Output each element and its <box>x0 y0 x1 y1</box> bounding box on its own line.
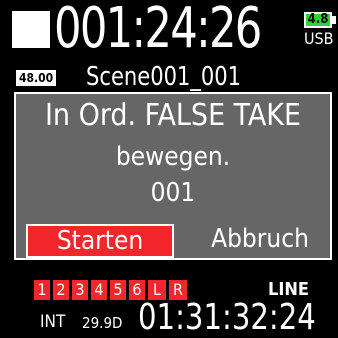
frame-rate-label: 29.9D <box>82 314 123 332</box>
track-4: 4 <box>91 280 107 300</box>
timecode-source-label: INT <box>40 312 66 332</box>
usb-label: USB <box>304 29 334 48</box>
dialog-message-line2: bewegen. <box>115 142 231 172</box>
dialog-message-line1: In Ord. FALSE TAKE <box>44 98 302 133</box>
battery-icon: 4.8 <box>304 12 332 28</box>
stop-icon <box>12 11 50 48</box>
track-2: 2 <box>53 280 69 300</box>
timecode-display: 01:31:32:24 <box>138 297 316 338</box>
battery-tip <box>332 16 336 24</box>
battery-level: 4.8 <box>307 12 329 27</box>
scene-name: Scene001_001 <box>86 62 242 92</box>
track-1: 1 <box>34 280 50 300</box>
track-3: 3 <box>72 280 88 300</box>
elapsed-time: 001:24:26 <box>54 0 262 61</box>
track-5: 5 <box>110 280 126 300</box>
move-false-take-dialog: In Ord. FALSE TAKE bewegen. 001 Starten … <box>14 92 332 260</box>
dialog-take-number: 001 <box>150 178 196 208</box>
start-button[interactable]: Starten <box>26 224 174 258</box>
sample-rate-badge: 48.00 <box>16 70 57 86</box>
cancel-button[interactable]: Abbruch <box>192 224 328 258</box>
